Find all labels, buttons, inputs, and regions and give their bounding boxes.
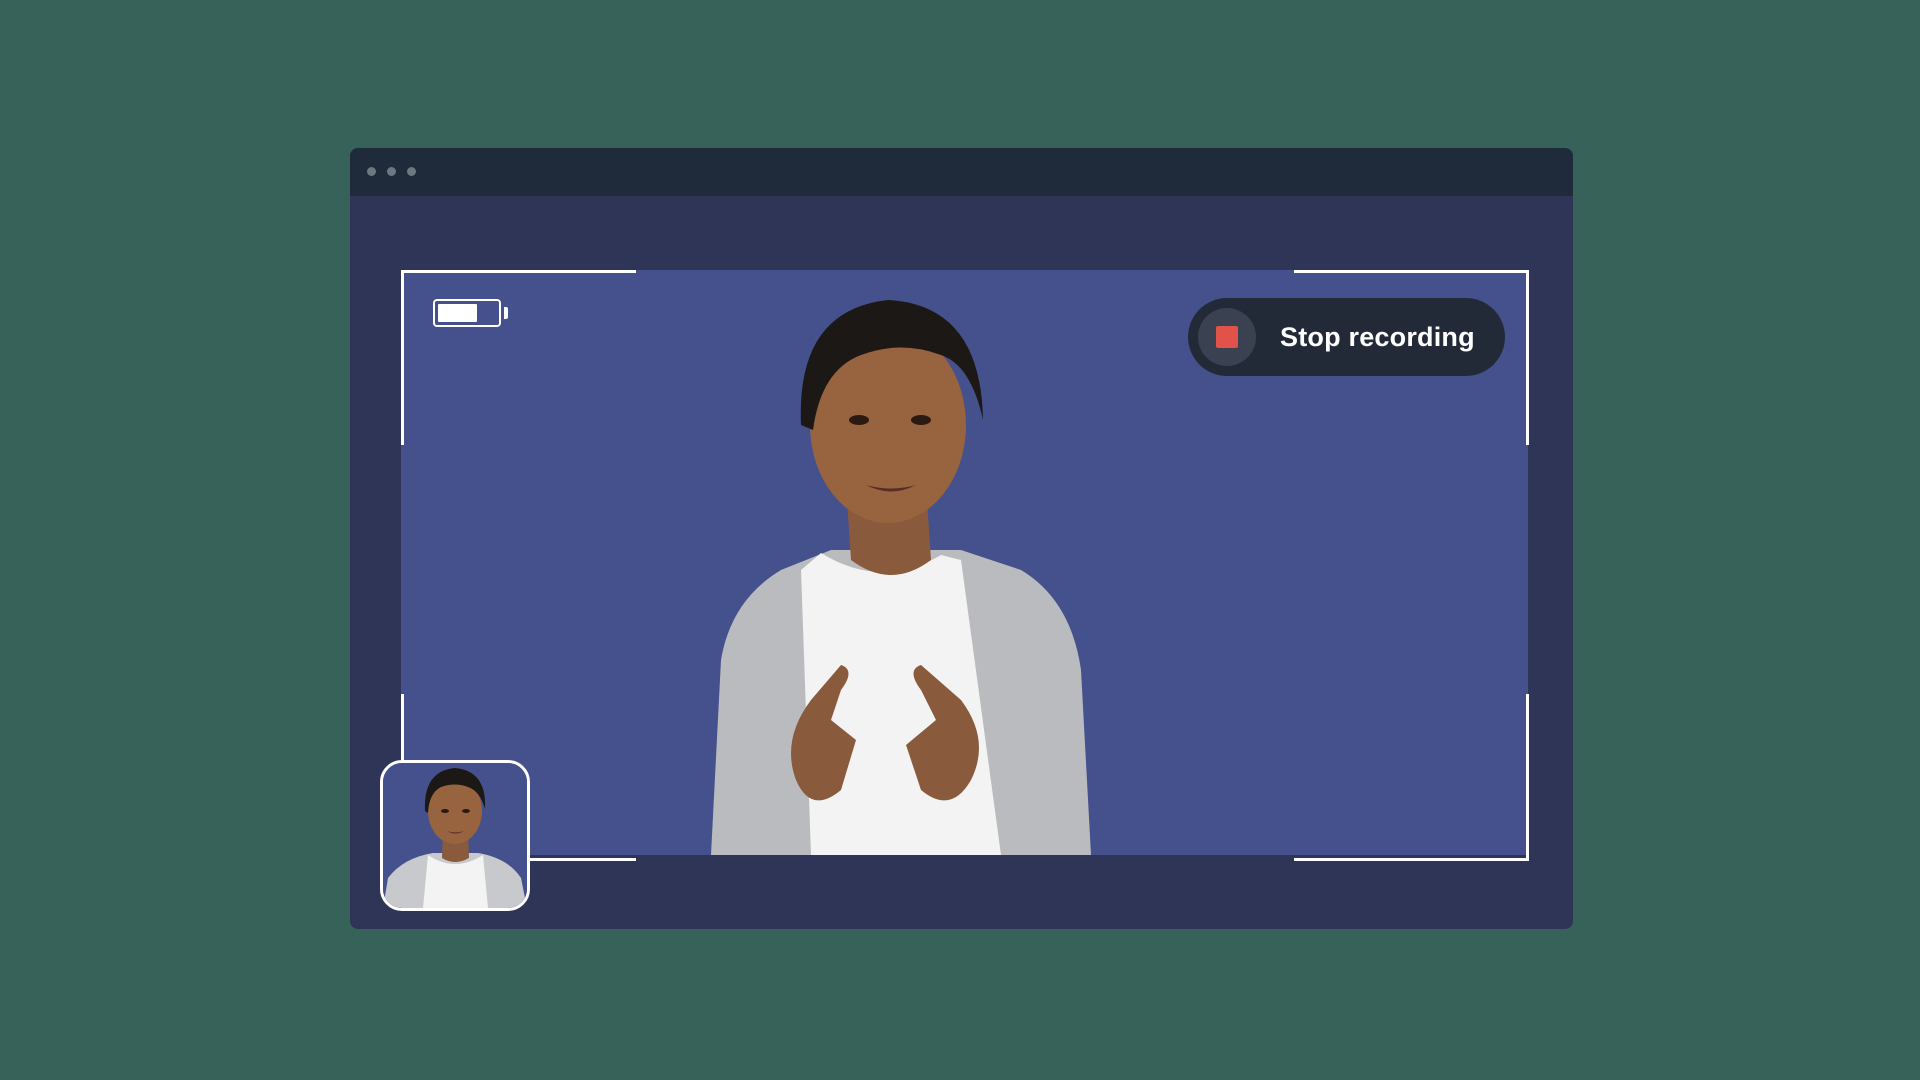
frame-corner-bottom-right <box>1294 694 1529 861</box>
thumbnail-image <box>383 763 527 908</box>
stop-recording-label: Stop recording <box>1280 321 1475 352</box>
frame-corner-top-left <box>401 270 636 445</box>
window-dot[interactable] <box>407 167 416 176</box>
window-dot[interactable] <box>387 167 396 176</box>
window-dot[interactable] <box>367 167 376 176</box>
battery-level <box>438 304 477 322</box>
battery-icon <box>433 299 501 327</box>
title-bar <box>350 148 1573 196</box>
battery-tip <box>504 307 508 319</box>
stop-recording-button[interactable]: Stop recording <box>1188 298 1505 376</box>
stop-icon <box>1198 308 1256 366</box>
stop-square-icon <box>1216 326 1238 348</box>
camera-thumbnail[interactable] <box>380 760 530 911</box>
app-window: Stop recording <box>350 148 1573 929</box>
